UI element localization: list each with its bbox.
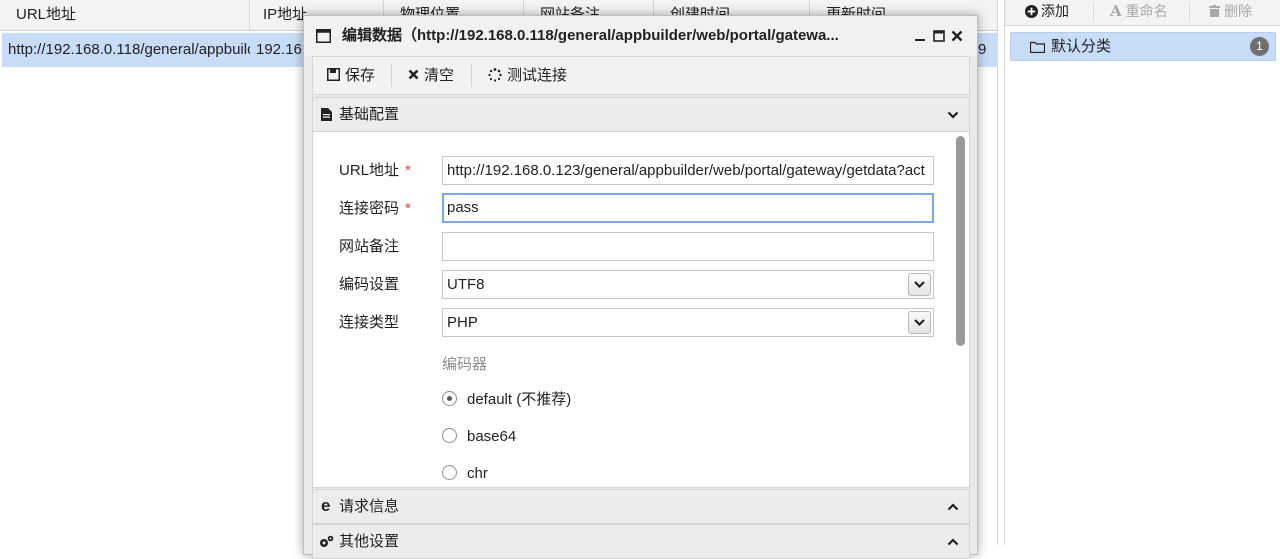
section-basic-label: 基础配置 (339, 106, 400, 123)
encoder-option-base64[interactable]: base64 (442, 425, 516, 449)
connection-type-value: PHP (447, 314, 478, 331)
gears-icon (320, 535, 334, 547)
encoding-label: 编码设置 (339, 276, 400, 293)
category-item-default[interactable]: 默认分类 1 (1010, 32, 1276, 61)
test-connection-label: 测试连接 (507, 67, 568, 84)
category-panel: 添加 A 重命名 删除 默认分类 1 (1004, 0, 1280, 545)
document-icon (321, 108, 332, 121)
category-label: 默认分类 (1051, 38, 1112, 55)
encoder-option-chr[interactable]: chr (442, 462, 488, 486)
toolbar-divider (391, 64, 392, 87)
encoder-label: 编码器 (442, 356, 488, 373)
plus-circle-icon (1025, 5, 1038, 18)
add-category-button[interactable]: 添加 (1025, 0, 1069, 24)
encoder-option-label: base64 (467, 428, 517, 445)
dialog-toolbar: 保存 清空 测试连接 (312, 56, 970, 95)
rename-category-button[interactable]: A 重命名 (1110, 0, 1168, 24)
section-request-label: 请求信息 (339, 498, 400, 515)
x-mark-icon (408, 69, 419, 80)
connection-type-select[interactable]: PHP (442, 308, 934, 337)
form-scrollbar[interactable] (956, 136, 965, 346)
window-icon (316, 29, 331, 43)
encoder-option-default[interactable]: default (不推荐) (442, 388, 571, 412)
basic-config-form: URL地址 * http://192.168.0.123/general/appb… (312, 132, 970, 488)
dropdown-button[interactable] (908, 311, 931, 334)
ie-icon: e (321, 496, 331, 515)
password-label: 连接密码 * (339, 200, 411, 217)
floppy-disk-icon (327, 68, 340, 81)
add-category-label: 添加 (1041, 3, 1069, 19)
save-button[interactable]: 保存 (327, 57, 375, 94)
radio-icon[interactable] (442, 428, 457, 443)
chevron-down-icon[interactable] (947, 109, 959, 121)
maximize-icon[interactable] (933, 30, 945, 42)
required-mark: * (405, 200, 411, 217)
section-basic-config[interactable]: 基础配置 (312, 97, 970, 132)
required-mark: * (405, 162, 411, 179)
radio-icon[interactable] (442, 465, 457, 480)
password-input[interactable]: pass (442, 193, 934, 223)
test-connection-button[interactable]: 测试连接 (488, 57, 567, 94)
chevron-up-icon[interactable] (947, 536, 959, 548)
delete-category-label: 删除 (1224, 3, 1252, 19)
chevron-up-icon[interactable] (947, 501, 959, 513)
section-other-settings[interactable]: 其他设置 (312, 524, 970, 559)
minimize-icon[interactable] (914, 30, 926, 42)
url-input[interactable]: http://192.168.0.123/general/appbuilder/… (442, 156, 934, 185)
encoding-select[interactable]: UTF8 (442, 270, 934, 299)
dropdown-button[interactable] (908, 273, 931, 296)
edit-data-dialog: 编辑数据（http://192.168.0.118/general/appbui… (303, 15, 978, 559)
url-label: URL地址 * (339, 162, 411, 179)
rename-category-label: 重命名 (1125, 3, 1168, 19)
section-request-info[interactable]: e 请求信息 (312, 489, 970, 524)
delete-category-button[interactable]: 删除 (1209, 0, 1252, 24)
clear-button[interactable]: 清空 (408, 57, 454, 94)
chevron-down-icon (914, 319, 925, 327)
font-icon: A (1110, 2, 1122, 20)
cell-ip: 192.16 (256, 41, 302, 58)
toolbar-divider (1189, 2, 1190, 22)
chevron-down-icon (914, 281, 925, 289)
cell-url: http://192.168.0.118/general/appbuilder/… (8, 41, 250, 58)
spinner-icon (488, 68, 502, 82)
dialog-titlebar[interactable]: 编辑数据（http://192.168.0.118/general/appbui… (304, 16, 977, 56)
category-toolbar: 添加 A 重命名 删除 (1005, 0, 1280, 26)
dialog-title: 编辑数据（http://192.168.0.118/general/appbui… (342, 27, 839, 44)
clear-label: 清空 (424, 67, 455, 84)
folder-icon (1030, 41, 1045, 53)
section-other-label: 其他设置 (339, 533, 400, 550)
connection-type-label: 连接类型 (339, 314, 400, 331)
encoder-option-label: chr (467, 465, 488, 482)
toolbar-divider (471, 64, 472, 87)
encoder-option-label: default (不推荐) (467, 391, 572, 408)
save-label: 保存 (345, 67, 376, 84)
radio-selected-icon[interactable] (442, 391, 457, 406)
trash-icon (1209, 5, 1220, 17)
toolbar-divider (1093, 2, 1094, 22)
category-count-badge: 1 (1250, 37, 1269, 56)
encoding-value: UTF8 (447, 276, 485, 293)
column-header-url[interactable]: URL地址 (0, 0, 250, 31)
note-input[interactable] (442, 232, 934, 261)
note-label: 网站备注 (339, 238, 400, 255)
close-icon[interactable] (951, 30, 963, 42)
